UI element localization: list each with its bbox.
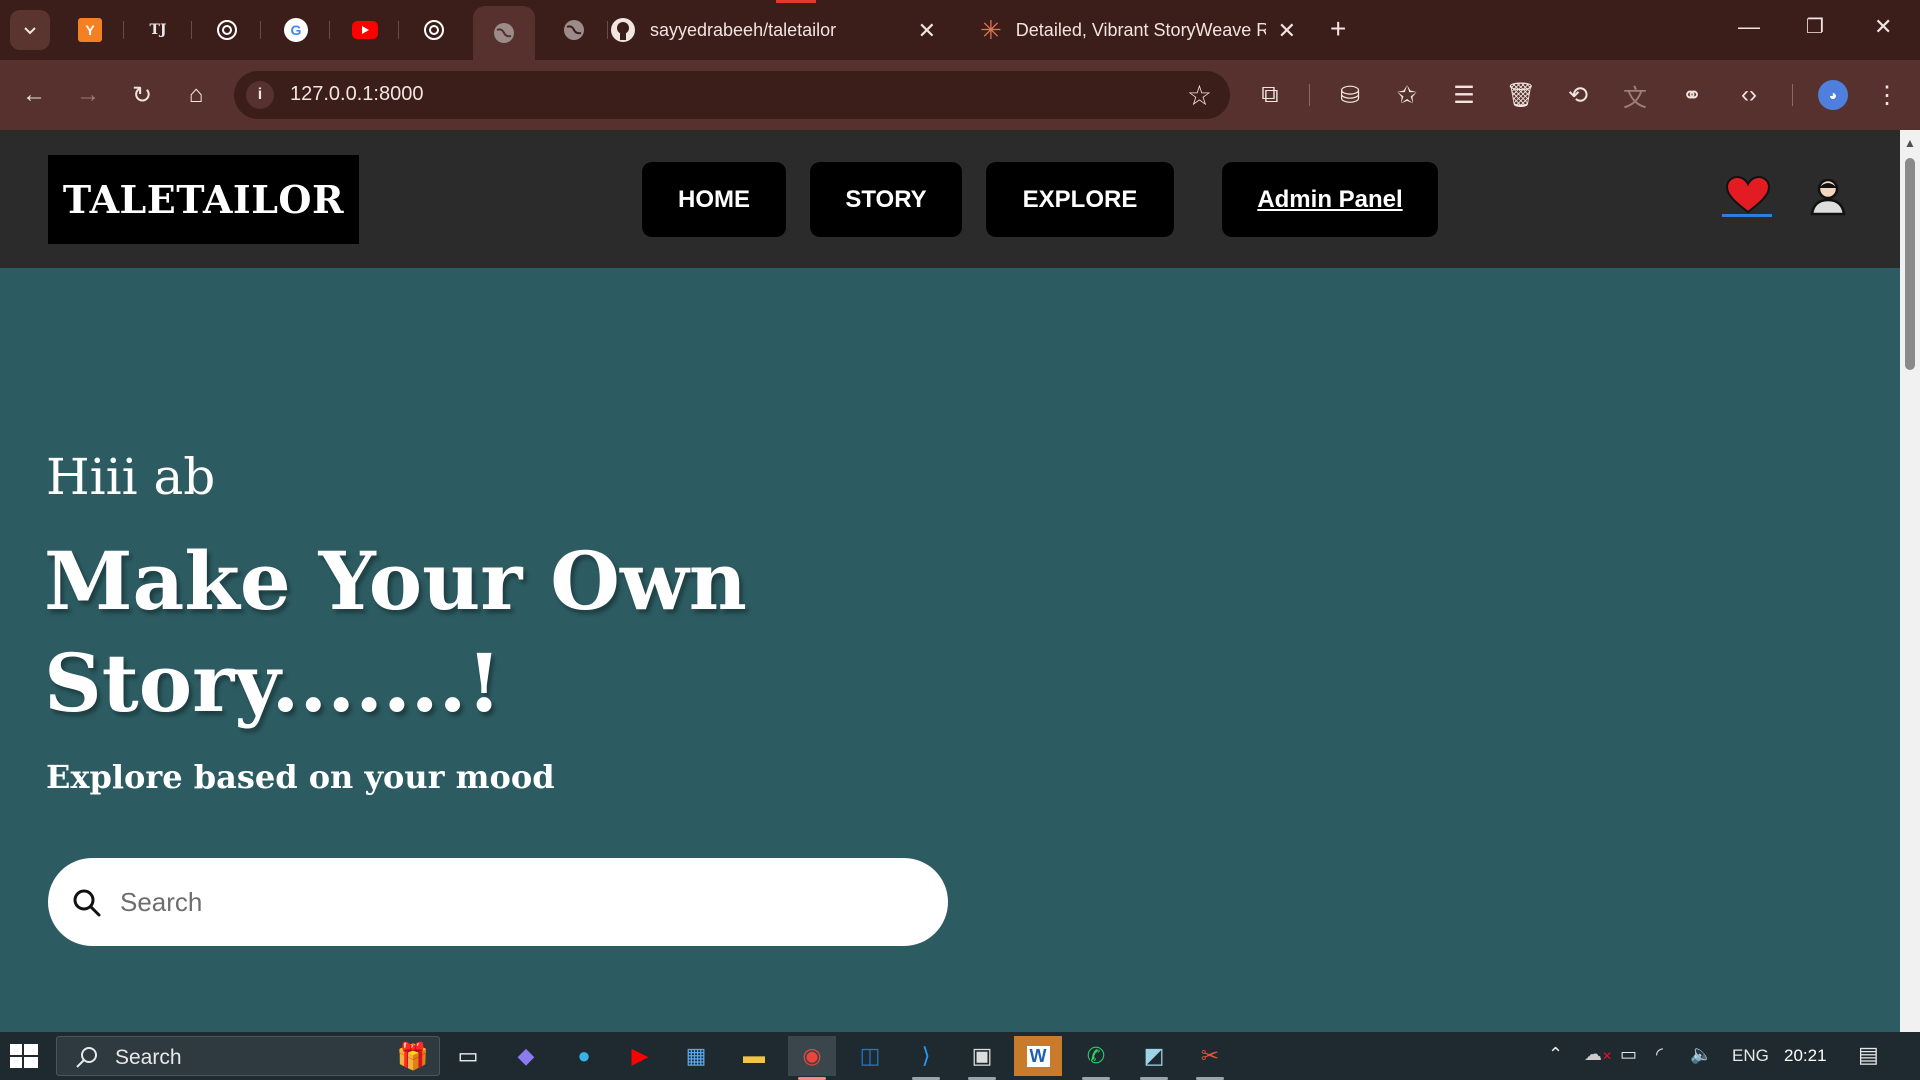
tab-localhost-active[interactable]: [473, 6, 535, 60]
story-search-bar[interactable]: [48, 858, 948, 946]
translate-icon[interactable]: 文: [1619, 79, 1651, 112]
battery-icon[interactable]: ▭: [1620, 1044, 1637, 1065]
close-icon[interactable]: ✕: [1278, 18, 1296, 44]
google-icon: G: [284, 18, 308, 42]
nav-explore-button[interactable]: EXPLORE: [986, 162, 1174, 237]
wifi-icon[interactable]: ◜: [1656, 1044, 1663, 1065]
notes-icon[interactable]: ◩: [1130, 1036, 1178, 1080]
notifications-icon[interactable]: ▤: [1858, 1042, 1879, 1068]
nav-home-button[interactable]: HOME: [642, 162, 786, 237]
tab-storyweave[interactable]: ✳ Detailed, Vibrant StoryWeave R ✕: [966, 10, 1310, 50]
onedrive-error-icon[interactable]: ☁✕: [1584, 1044, 1612, 1065]
scroll-up-icon[interactable]: ▲: [1904, 136, 1916, 150]
url-text[interactable]: 127.0.0.1:8000: [290, 83, 423, 106]
chevron-down-icon: [24, 27, 36, 35]
copilot-icon[interactable]: ◆: [502, 1036, 550, 1076]
browser-toolbar: ← → ↻ ⌂ i 127.0.0.1:8000 ☆ ⧉ ⛁ ✩ ☰ 🗑 ⟲ 文…: [0, 60, 1920, 130]
address-bar[interactable]: i 127.0.0.1:8000 ☆: [234, 71, 1230, 119]
tab-youtube[interactable]: [331, 10, 399, 50]
youtube-icon: [352, 21, 378, 39]
y-icon: Y: [78, 18, 102, 42]
tab-google[interactable]: G: [262, 10, 330, 50]
web-page: TALETAILOR HOME STORY EXPLORE Admin Pane…: [0, 130, 1900, 1032]
delete-icon[interactable]: 🗑: [1505, 79, 1537, 111]
extensions-icon[interactable]: ⧉: [1254, 79, 1286, 111]
favorites-underline: [1722, 214, 1772, 217]
taskbar-clock[interactable]: 20:21: [1784, 1046, 1827, 1066]
home-icon[interactable]: ⌂: [180, 79, 212, 111]
store-icon[interactable]: ▦: [672, 1036, 720, 1076]
favorites-heart-icon[interactable]: [1722, 176, 1774, 218]
windows-taskbar: Search 🎁 ▭ ◆ ● ▶ ▦ ▬ ◉ ◫ ⟩ ▣ W ✆ ◩ ✂ ⌃ ☁…: [0, 1032, 1920, 1080]
tab-tj[interactable]: TJ: [124, 10, 192, 50]
nav-admin-panel-link[interactable]: Admin Panel: [1222, 162, 1438, 237]
reading-list-icon[interactable]: ☰: [1448, 79, 1480, 111]
edge-icon[interactable]: ●: [560, 1036, 608, 1076]
incognito-icon[interactable]: ⛁: [1334, 79, 1366, 111]
close-icon[interactable]: ✕: [918, 18, 936, 44]
browser-tab-strip: Y TJ G sayyedrabeeh/taletailor ✕ ✳ Detai…: [0, 0, 1920, 60]
tab-github[interactable]: sayyedrabeeh/taletailor ✕: [610, 10, 950, 50]
tab-loading-indicator: [776, 0, 816, 3]
site-navbar: TALETAILOR HOME STORY EXPLORE Admin Pane…: [0, 130, 1900, 268]
windows-start-icon[interactable]: [8, 1042, 40, 1070]
nav-story-button[interactable]: STORY: [810, 162, 962, 237]
outlook-icon[interactable]: ◫: [846, 1036, 894, 1076]
tab-openai-2[interactable]: [400, 10, 468, 50]
tab-search-button[interactable]: [10, 10, 50, 50]
restore-icon[interactable]: ❐: [1806, 14, 1824, 39]
site-logo[interactable]: TALETAILOR: [48, 155, 359, 244]
search-input[interactable]: [120, 876, 900, 928]
minimize-icon[interactable]: —: [1738, 14, 1760, 40]
hero-greeting: Hiii ab: [46, 448, 216, 506]
menu-kebab-icon[interactable]: ⋮: [1871, 79, 1903, 111]
openai-icon: [424, 20, 444, 40]
show-hidden-icons[interactable]: ⌃: [1548, 1044, 1563, 1065]
volume-icon[interactable]: 🔈: [1690, 1044, 1712, 1065]
youtube-app-icon[interactable]: ▶: [616, 1036, 664, 1076]
w-app-icon[interactable]: W: [1014, 1036, 1062, 1076]
globe-icon: [564, 20, 584, 40]
user-profile-icon[interactable]: [1808, 176, 1848, 216]
forward-icon[interactable]: →: [72, 79, 104, 111]
taskbar-search-label: Search: [115, 1046, 182, 1069]
favorites-icon[interactable]: ✩: [1391, 79, 1423, 111]
chrome-icon[interactable]: ◉: [788, 1036, 836, 1080]
tab-openai-1[interactable]: [193, 10, 261, 50]
bookmark-star-icon[interactable]: ☆: [1187, 79, 1212, 112]
terminal-icon[interactable]: ▣: [958, 1036, 1006, 1080]
file-explorer-icon[interactable]: ▬: [730, 1036, 778, 1076]
tj-icon: TJ: [149, 22, 167, 38]
spark-icon: ✳: [980, 14, 1002, 45]
tab-y[interactable]: Y: [56, 10, 124, 50]
search-icon: [76, 1047, 97, 1068]
search-icon: [73, 889, 101, 917]
history-icon[interactable]: ⟲: [1562, 79, 1594, 111]
task-view-icon[interactable]: ▭: [444, 1036, 492, 1076]
hero-tagline: Explore based on your mood: [46, 758, 555, 796]
vscode-icon[interactable]: ⟩: [902, 1036, 950, 1080]
back-icon[interactable]: ←: [18, 79, 50, 111]
tab-title: Detailed, Vibrant StoryWeave R: [1015, 19, 1266, 40]
reload-icon[interactable]: ↻: [126, 79, 158, 111]
whatsapp-icon[interactable]: ✆: [1072, 1036, 1120, 1080]
taskbar-search-box[interactable]: Search 🎁: [56, 1036, 440, 1076]
openai-icon: [217, 20, 237, 40]
gift-icon: 🎁: [396, 1041, 429, 1071]
globe-icon: [494, 23, 514, 43]
new-tab-button[interactable]: +: [1330, 14, 1346, 44]
language-indicator[interactable]: ENG: [1732, 1046, 1769, 1066]
scrollbar-thumb[interactable]: [1905, 158, 1915, 370]
tab-globe[interactable]: [540, 10, 608, 50]
tab-title: sayyedrabeeh/taletailor: [650, 19, 837, 40]
github-icon: [611, 18, 635, 42]
site-info-icon[interactable]: i: [246, 81, 274, 109]
code-icon[interactable]: ‹›: [1733, 79, 1765, 111]
snipping-tool-icon[interactable]: ✂: [1186, 1036, 1234, 1080]
link-icon[interactable]: ⚭: [1676, 79, 1708, 111]
profile-avatar[interactable]: ◕: [1818, 80, 1848, 110]
close-window-icon[interactable]: ✕: [1874, 14, 1892, 40]
hero-headline: Make Your Own Story.......!: [44, 534, 747, 730]
